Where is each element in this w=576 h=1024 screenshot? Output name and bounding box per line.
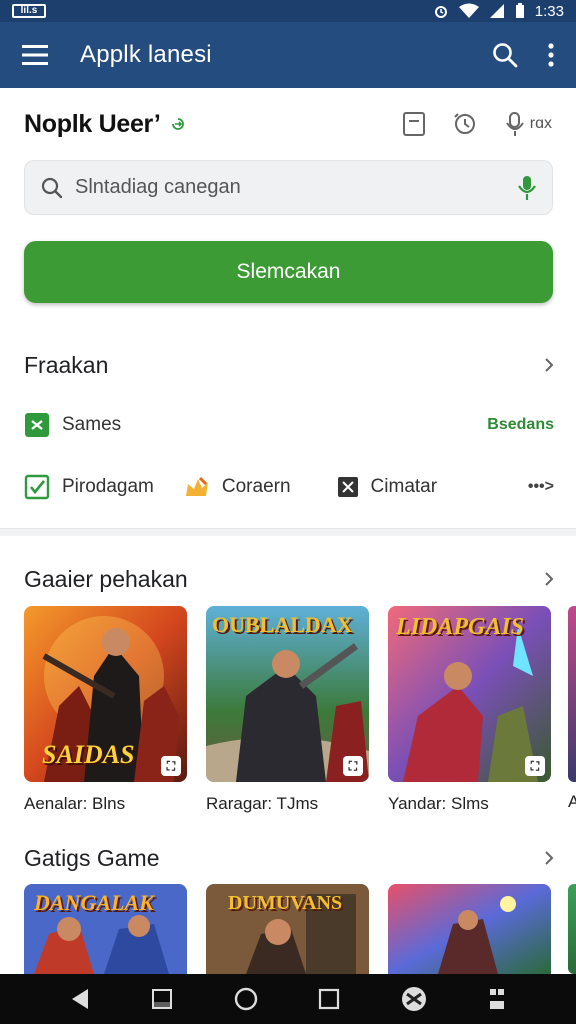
game-card-label: Aenalar: Blns [24,794,126,813]
app-bar: Applk lanesi [0,22,576,88]
game-card[interactable]: DANGALAK [24,884,187,974]
game-card[interactable]: OUBLALDAX ⛶ Raragar: TJms [206,606,369,814]
search-icon[interactable] [492,42,518,68]
section-title: Fraakan [24,351,109,378]
account-row: Noplk Ueer’ rɑx [24,104,552,144]
game-thumbnail[interactable]: DANGALAK [24,884,187,974]
game-card[interactable]: LIDAPGAIS ⛶ Yandar: Slms [388,606,551,814]
app-title: Applk lanesi [80,41,212,68]
mic-icon[interactable] [518,175,536,201]
category-sames[interactable]: Sames [24,412,121,438]
more-vert-icon[interactable] [548,43,554,67]
game-card-list: DANGALAK DUMUVANS [24,884,551,974]
game-art-title: LIDAPGAIS [396,614,525,640]
categories-header[interactable]: Fraakan [24,350,554,380]
category-label: Coraern [221,476,291,497]
system-nav-bar [0,974,576,1024]
game-card-peek[interactable] [568,884,576,974]
game-thumbnail[interactable]: SAIDAS ⛶ [24,606,187,782]
category-label: Cimatar [370,476,438,497]
chevron-right-icon[interactable] [544,571,554,587]
section-title: Gatigs Game [24,844,160,871]
game-art-title: OUBLALDAX [212,612,353,637]
history-icon[interactable] [452,111,478,137]
refresh-icon[interactable] [171,117,185,131]
clock: 1:33 [534,2,564,20]
chevron-right-icon[interactable] [544,850,554,866]
game-card[interactable]: DUMUVANS [206,884,369,974]
recents-icon[interactable] [318,988,340,1010]
game-card[interactable] [388,884,551,974]
category-item[interactable]: Pirodagam [24,474,154,500]
primary-button[interactable]: Slemcakan [24,241,553,303]
category-label: Sames [62,414,122,435]
status-badge: lil.s [12,4,46,18]
game-thumbnail[interactable]: OUBLALDAX ⛶ [206,606,369,782]
section-header[interactable]: Gatigs Game [24,843,554,873]
game-thumbnail[interactable]: DUMUVANS [206,884,369,974]
category-item[interactable]: Coraern [184,476,291,498]
checkbox-icon[interactable] [24,412,50,438]
screenshot-icon[interactable] [488,987,506,1011]
wifi-icon [458,3,479,18]
game-card-peek-label: A [568,792,576,811]
more-button[interactable]: •••> [528,478,554,496]
category-item[interactable]: Cimatar [337,476,438,498]
game-card-list: SAIDAS ⛶ Aenalar: Blns OUBLALDAX ⛶ Rarag… [24,606,551,814]
account-name: Noplk Ueer’ [24,109,161,138]
game-art-title: SAIDAS [42,740,135,769]
status-bar: lil.s 1:33 [0,0,576,22]
section-header[interactable]: Gaaier pehakan [24,564,554,594]
play-badge-icon: ⛶ [525,756,545,776]
close-box-icon [337,477,358,497]
mic-outline-icon[interactable] [504,111,526,137]
search-input[interactable]: Slntadiag canegan [24,160,553,215]
category-row-sames: Sames Bsedans [24,410,554,440]
game-art-title: DUMUVANS [228,892,343,914]
crown-icon [185,476,208,496]
category-label: Pirodagam [62,476,154,497]
divider [0,528,576,536]
play-badge-icon: ⛶ [343,756,363,776]
category-row: Pirodagam Coraern Cimatar •••> [24,471,554,503]
play-badge-icon: ⛶ [161,756,181,776]
game-card-peek[interactable] [568,606,576,782]
game-art-title: DANGALAK [34,890,154,915]
game-card-label: Raragar: TJms [206,794,319,813]
game-mode-icon[interactable] [401,986,427,1012]
account-action-label: rɑx [529,115,552,132]
overview-icon[interactable] [151,988,173,1010]
document-icon[interactable] [402,111,426,137]
home-icon[interactable] [234,987,258,1011]
game-thumbnail[interactable]: LIDAPGAIS ⛶ [388,606,551,782]
checkbox-icon[interactable] [24,474,50,500]
search-placeholder: Slntadiag canegan [75,176,241,198]
back-icon[interactable] [70,988,90,1010]
signal-icon [489,4,504,18]
chevron-right-icon[interactable] [544,357,554,373]
game-thumbnail[interactable] [388,884,551,974]
game-card[interactable]: SAIDAS ⛶ Aenalar: Blns [24,606,187,814]
category-action-link[interactable]: Bsedans [487,416,554,434]
menu-icon[interactable] [22,45,48,65]
battery-icon [515,3,524,18]
section-title: Gaaier pehakan [24,565,188,592]
game-card-label: Yandar: Slms [388,794,489,813]
search-icon [41,177,63,198]
alarm-icon [434,6,447,18]
